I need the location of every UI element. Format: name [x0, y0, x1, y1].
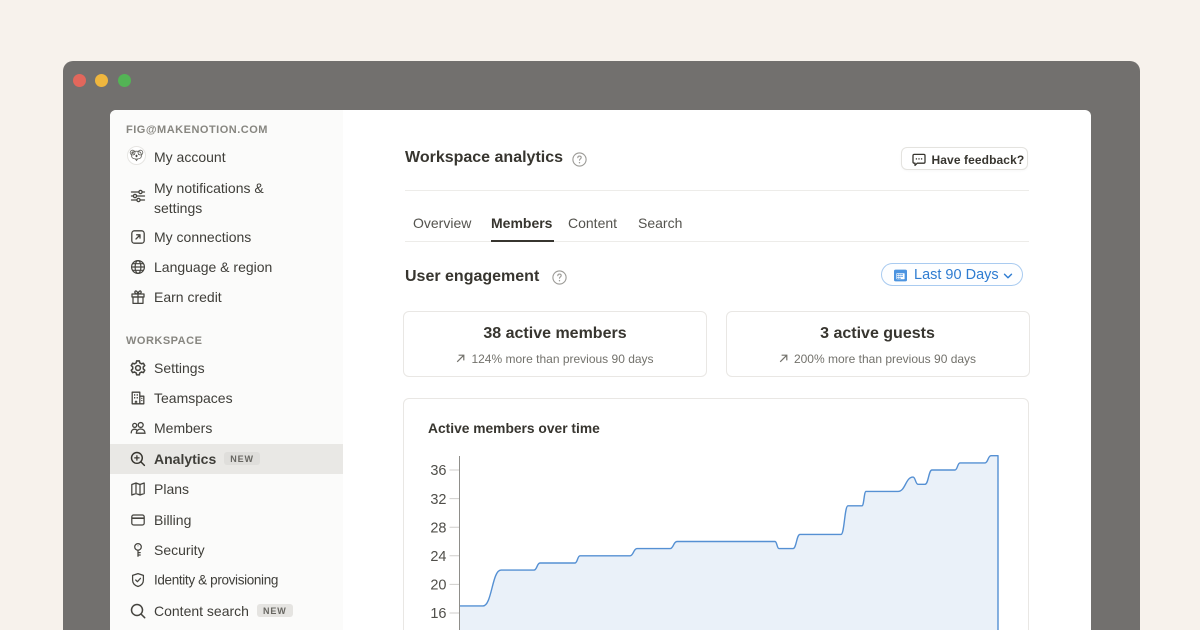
svg-text:28: 28: [430, 520, 446, 536]
svg-text:36: 36: [430, 463, 446, 479]
svg-text:20: 20: [430, 578, 446, 594]
svg-text:32: 32: [430, 492, 446, 508]
svg-text:16: 16: [430, 606, 446, 622]
svg-text:24: 24: [430, 549, 446, 565]
